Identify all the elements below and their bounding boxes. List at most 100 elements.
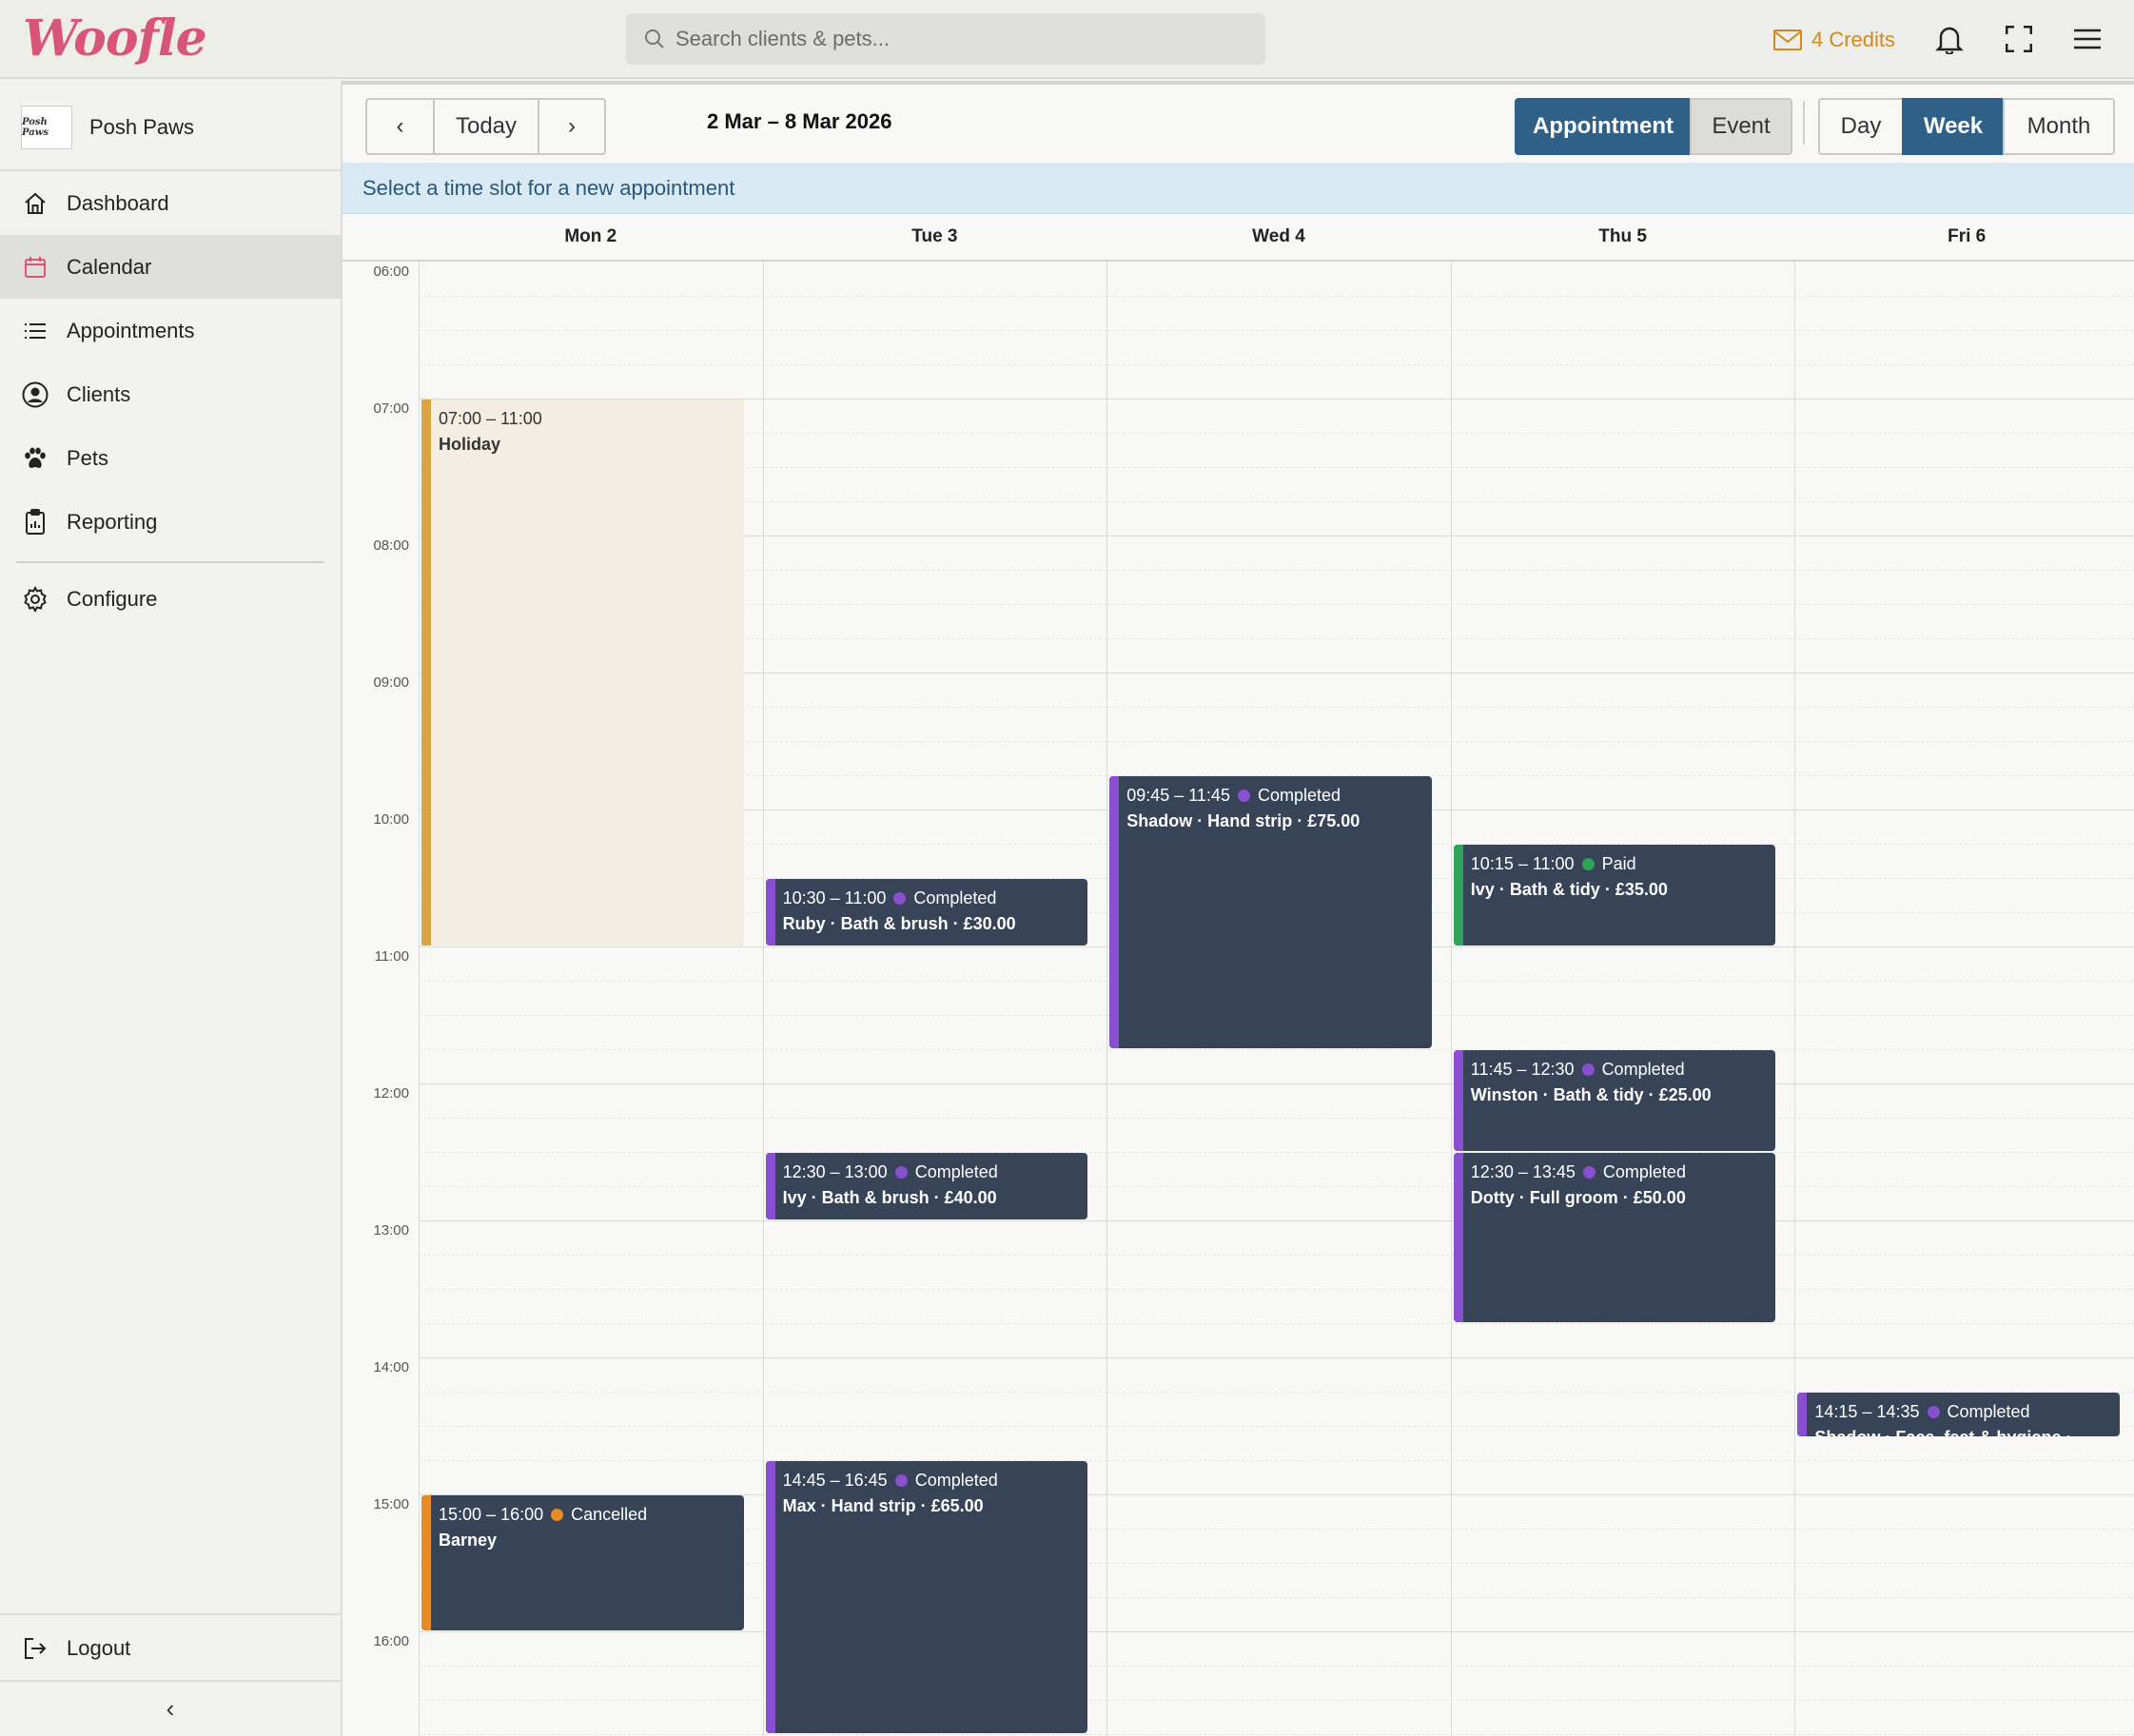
time-label: 06:00 [373,263,409,280]
appointment-card[interactable]: 15:00 – 16:00 Cancelled Barney [421,1495,744,1630]
time-label: 10:00 [373,811,409,828]
sidebar-item-clients[interactable]: Clients [0,362,341,426]
time-range: 12:30 – 13:45 [1470,1162,1576,1181]
logout-button[interactable]: Logout [0,1616,341,1680]
time-range: 14:15 – 14:35 [1814,1402,1920,1421]
slot-line [419,1460,2134,1461]
sidebar-item-calendar[interactable]: Calendar [0,235,341,299]
appointment-title: Shadow · Face, feet & hygiene · [1814,1428,2120,1436]
status-dot [1581,1063,1595,1076]
search-box[interactable] [626,13,1265,65]
status-label: Completed [1947,1402,2030,1421]
time-label: 07:00 [373,400,409,417]
sidebar-item-label: Calendar [67,254,152,279]
sidebar-item-label: Dashboard [67,190,169,215]
appointment-time: 10:30 – 11:00 Completed [783,888,1088,908]
status-label: Paid [1601,854,1636,873]
status-label: Completed [914,1162,998,1181]
hour-line [419,1220,2134,1221]
credits-link[interactable]: 4 Credits [1773,23,1895,57]
appointment-title: Dotty · Full groom · £50.00 [1470,1188,1686,1207]
time-label: 13:00 [373,1222,409,1239]
notifications-button[interactable] [1931,21,1968,57]
appointment-time: 10:15 – 11:00 Paid [1471,854,1776,874]
appointment-time: 12:30 – 13:45 Completed [1471,1162,1776,1182]
sidebar-item-label: Clients [67,381,131,406]
menu-button[interactable] [2069,21,2105,57]
sidebar-item-appointments[interactable]: Appointments [0,299,341,362]
day-header[interactable]: Thu 5 [1450,214,1795,262]
sidebar-item-label: Appointments [67,318,195,342]
hour-line [419,1631,2134,1632]
date-range-label: 2 Mar – 8 Mar 2026 [707,109,892,133]
appointment-card[interactable]: 12:30 – 13:45 Completed Dotty · Full groom… [1453,1153,1776,1322]
view-day-button[interactable]: Day [1818,98,1904,155]
appointment-time: 14:15 – 14:35 Completed [1814,1402,2120,1422]
status-dot [894,1474,908,1487]
slot-line [419,330,2134,331]
sidebar-item-reporting[interactable]: Reporting [0,490,341,554]
toolbar-separator [1803,101,1805,145]
status-label: Completed [914,1471,998,1490]
prev-week-button[interactable]: ‹ [365,98,435,155]
sidebar-item-label: Configure [67,586,158,611]
slot-line [419,1049,2134,1050]
sidebar-item-dashboard[interactable]: Dashboard [0,171,341,235]
appointment-card[interactable]: 14:15 – 14:35 Completed Shadow · Face, fee… [1797,1393,2120,1436]
day-header[interactable]: Tue 3 [762,214,1107,262]
appointment-card[interactable]: 10:15 – 11:00 Paid Ivy · Bath & tidy · £35… [1453,845,1776,946]
day-header[interactable]: Wed 4 [1106,214,1451,262]
appointment-time: 15:00 – 16:00 Cancelled [439,1505,744,1525]
appointment-card[interactable]: 10:30 – 11:00 Completed Ruby · Bath & brus… [765,879,1088,946]
status-dot [893,892,907,905]
type-appointment-button[interactable]: Appointment [1515,98,1692,155]
day-header[interactable]: Mon 2 [419,214,763,262]
slot-line [419,1152,2134,1153]
fullscreen-button[interactable] [2001,21,2037,57]
hamburger-icon [2074,29,2101,49]
appointment-title: Holiday [439,435,501,454]
time-range: 11:45 – 12:30 [1470,1060,1575,1079]
time-label: 09:00 [373,674,409,691]
appointment-time: 12:30 – 13:00 Completed [783,1162,1088,1182]
slot-line [419,1323,2134,1324]
search-input[interactable] [675,13,1246,65]
slot-line [419,1700,2134,1701]
time-label: 08:00 [373,537,409,554]
appointment-card[interactable]: 11:45 – 12:30 Completed Winston · Bath & t… [1453,1050,1776,1151]
list-icon [21,317,49,345]
appointment-card[interactable]: 12:30 – 13:00 Completed Ivy · Bath & brush… [765,1153,1088,1219]
holiday-event[interactable]: 07:00 – 11:00 Holiday [421,400,744,946]
status-label: Completed [1601,1060,1685,1079]
sidebar-item-configure[interactable]: Configure [0,567,341,631]
slot-line [419,1118,2134,1119]
appointment-card[interactable]: 14:45 – 16:45 Completed Max · Hand strip ·… [765,1461,1088,1733]
appointment-card[interactable]: 09:45 – 11:45 Completed Shadow · Hand stri… [1109,776,1432,1048]
type-event-button[interactable]: Event [1690,98,1792,155]
slot-line [419,1666,2134,1667]
status-bar [1797,1393,1808,1436]
day-header[interactable]: Fri 6 [1794,214,2134,262]
search-icon [645,29,664,49]
view-week-button[interactable]: Week [1902,98,2005,155]
app-logo[interactable]: Woofle [23,10,207,68]
view-month-button[interactable]: Month [2003,98,2115,155]
week-grid[interactable]: 06:00 07:00 08:00 09:00 10:00 11:00 12:00 13:00… [343,262,2134,1736]
time-label: 12:00 [373,1085,409,1102]
organization-header[interactable]: Posh Paws Posh Paws [0,81,341,171]
fullscreen-icon [2006,26,2032,52]
appointment-title: Ivy · Bath & brush · £40.00 [782,1188,997,1207]
next-week-button[interactable]: › [538,98,606,155]
hour-line [419,1357,2134,1358]
calendar-icon [21,253,49,282]
appointment-title: Shadow · Hand strip · £75.00 [1126,811,1361,830]
today-button[interactable]: Today [433,98,539,155]
sidebar-item-label: Pets [67,445,109,470]
time-range: 12:30 – 13:00 [782,1162,888,1181]
collapse-sidebar-button[interactable]: ‹ [0,1680,341,1735]
column-divider [1106,262,1108,1736]
sidebar-item-pets[interactable]: Pets [0,426,341,490]
status-bar [421,1495,431,1630]
appointment-time: 07:00 – 11:00 [439,409,744,429]
status-dot [894,1166,908,1179]
